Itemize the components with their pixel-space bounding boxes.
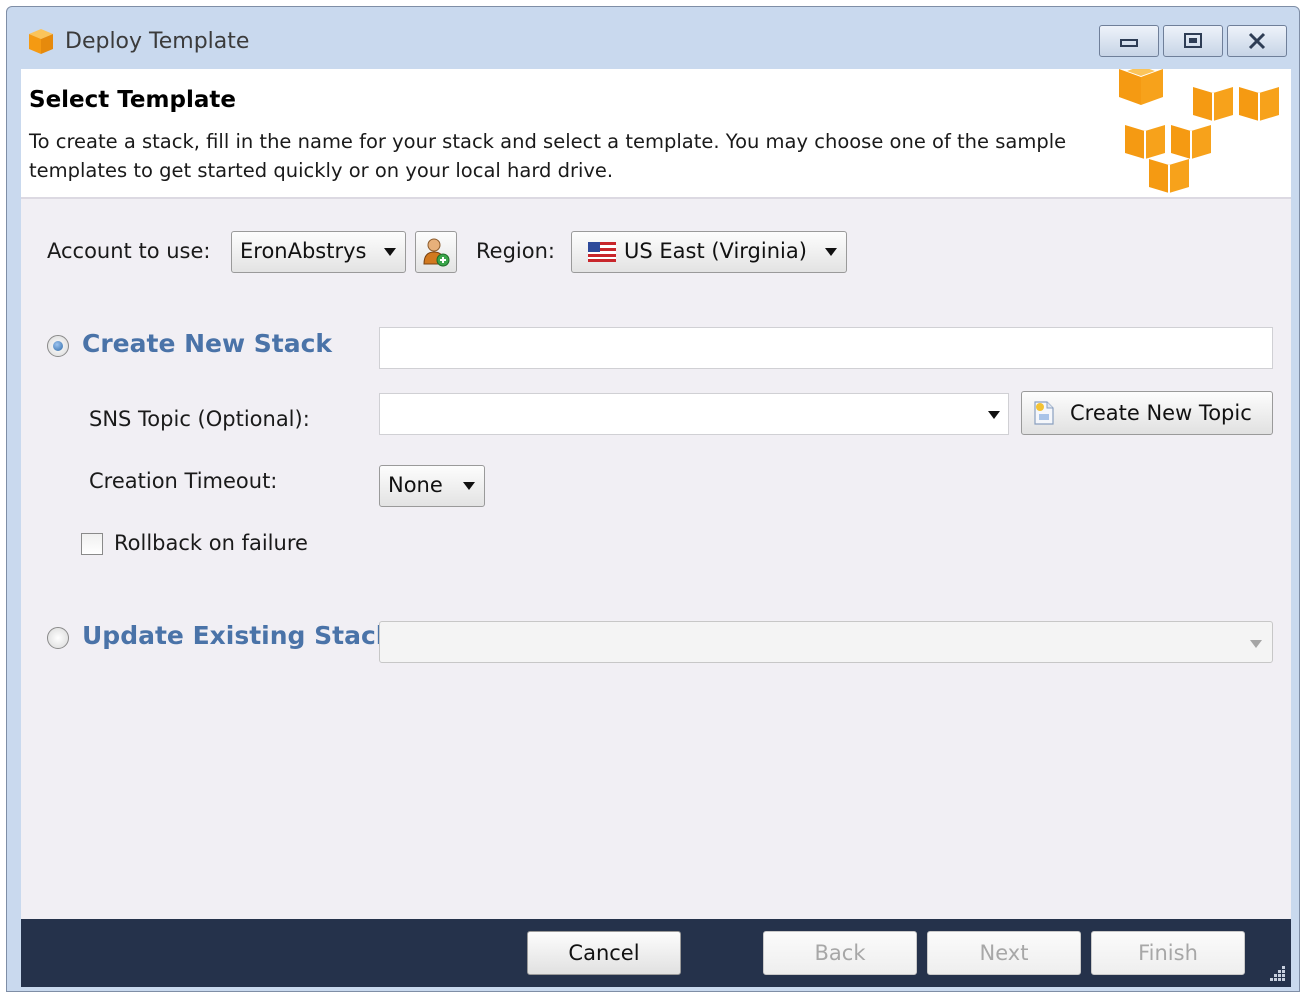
chevron-down-icon [1250,640,1262,648]
close-button[interactable] [1227,25,1287,57]
next-button[interactable]: Next [927,931,1081,975]
region-label: Region: [476,239,555,263]
chevron-down-icon [463,482,475,490]
chevron-down-icon [384,248,396,256]
resize-grip-icon[interactable] [1265,961,1287,983]
wizard-client-area: Select Template To create a stack, fill … [21,69,1291,987]
existing-stack-select[interactable] [379,621,1273,663]
rollback-checkbox[interactable] [81,533,103,555]
close-icon [1248,32,1266,50]
account-label: Account to use: [47,239,211,263]
create-new-stack-label[interactable]: Create New Stack [82,329,332,358]
add-user-icon [423,238,450,267]
page-title: Select Template [29,87,236,113]
sns-topic-select[interactable] [379,393,1009,435]
wizard-header: Select Template To create a stack, fill … [21,69,1291,199]
creation-timeout-value: None [388,473,443,497]
region-select-value: US East (Virginia) [624,239,807,263]
deploy-template-window: Deploy Template Select Template To creat… [6,6,1300,992]
chevron-down-icon [825,248,837,256]
creation-timeout-select[interactable]: None [379,465,485,507]
create-new-stack-radio[interactable] [47,335,69,357]
chevron-down-icon [988,411,1000,419]
cancel-button[interactable]: Cancel [527,931,681,975]
update-existing-stack-radio[interactable] [47,627,69,649]
account-select-value: EronAbstrys [240,239,367,263]
create-new-topic-button[interactable]: Create New Topic [1021,391,1273,435]
creation-timeout-label: Creation Timeout: [89,469,278,493]
update-existing-stack-label[interactable]: Update Existing Stack [82,621,392,650]
page-description: To create a stack, fill in the name for … [29,130,1067,182]
title-bar[interactable]: Deploy Template [7,7,1299,69]
maximize-button[interactable] [1163,25,1223,57]
aws-cube-icon [29,29,53,54]
window-title: Deploy Template [65,29,250,54]
back-button[interactable]: Back [763,931,917,975]
region-select[interactable]: US East (Virginia) [571,231,847,273]
add-account-button[interactable] [415,231,457,273]
maximize-icon [1184,33,1202,48]
minimize-button[interactable] [1099,25,1159,57]
account-select[interactable]: EronAbstrys [231,231,406,273]
finish-button[interactable]: Finish [1091,931,1245,975]
rollback-label[interactable]: Rollback on failure [114,531,308,555]
new-document-icon [1034,401,1054,425]
stack-name-input[interactable] [379,327,1273,369]
wizard-footer: Cancel Back Next Finish [21,919,1291,987]
minimize-icon [1120,39,1138,47]
aws-cubes-logo [1119,69,1279,193]
us-flag-icon [588,242,616,262]
sns-topic-label: SNS Topic (Optional): [89,407,310,431]
create-new-topic-label: Create New Topic [1070,401,1252,425]
